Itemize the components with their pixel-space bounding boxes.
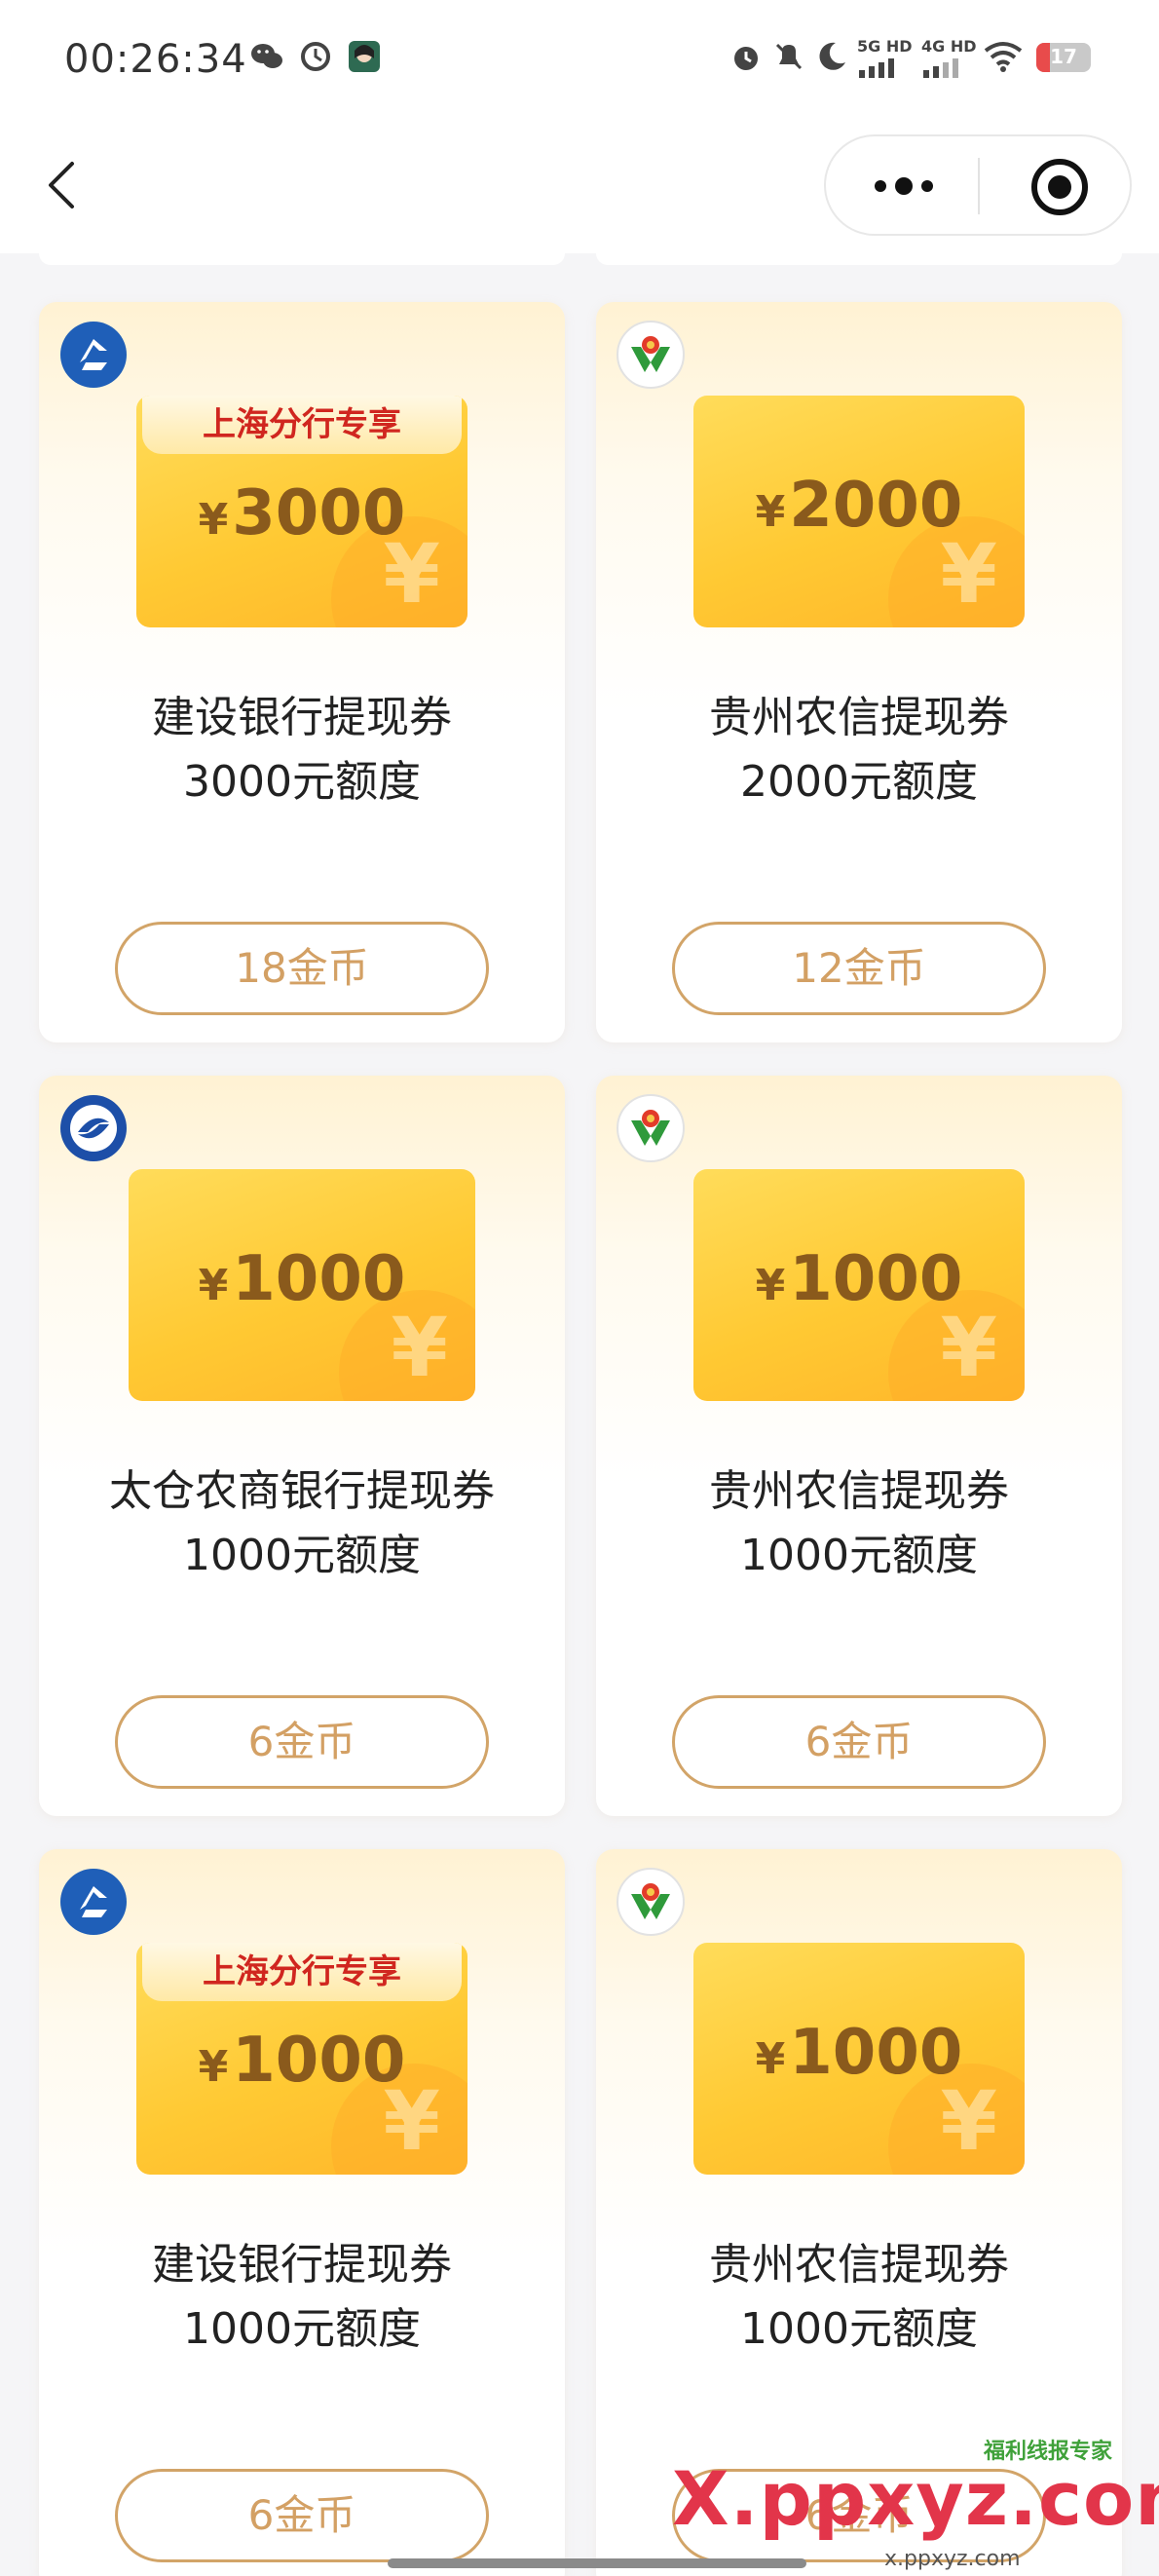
coupon-title: 贵州农信提现券 1000元额度 — [596, 1459, 1122, 1588]
coupon-name: 建设银行提现券 — [152, 693, 452, 742]
coupon-amount: ¥1000 — [129, 1243, 475, 1315]
amount-value: 3000 — [232, 477, 406, 549]
coupon-name: 太仓农商银行提现券 — [109, 1466, 495, 1516]
currency-symbol: ¥ — [755, 2034, 786, 2084]
currency-symbol: ¥ — [198, 1261, 229, 1310]
coupon-ticket: ¥ ¥2000 — [693, 396, 1025, 627]
coupon-card[interactable]: ¥ ¥2000 贵州农信提现券 2000元额度 12金币 — [596, 302, 1122, 1042]
coupon-limit: 1000元额度 — [183, 2304, 421, 2354]
redeem-price-button[interactable]: 6金币 — [672, 1695, 1046, 1789]
coupon-name: 建设银行提现券 — [152, 2240, 452, 2290]
coupon-ticket: ¥ 上海分行专享 ¥3000 — [136, 396, 467, 627]
capsule-divider — [978, 158, 980, 214]
ccb-logo-icon — [58, 320, 129, 390]
coupon-title: 建设银行提现券 3000元额度 — [39, 686, 565, 814]
currency-symbol: ¥ — [755, 1261, 786, 1310]
watermark-domain: x.ppxyz.com — [884, 2547, 1021, 2571]
coupon-name: 贵州农信提现券 — [709, 1466, 1009, 1516]
target-close-icon[interactable] — [1028, 156, 1091, 218]
coupon-ticket: ¥ 上海分行专享 ¥1000 — [136, 1943, 467, 2175]
amount-value: 1000 — [789, 1243, 963, 1315]
coupon-title: 贵州农信提现券 2000元额度 — [596, 686, 1122, 814]
coupon-card[interactable]: ¥ 上海分行专享 ¥1000 建设银行提现券 1000元额度 6金币 — [39, 1849, 565, 2576]
amount-value: 1000 — [232, 1243, 406, 1315]
coupon-amount: ¥1000 — [693, 2017, 1025, 2089]
network-4g-label: 4G HD — [921, 37, 977, 56]
coupon-grid: ¥ 上海分行专享 ¥3000 建设银行提现券 3000元额度 18金币 ¥ ¥2000 贵州农信… — [0, 253, 1159, 2576]
coupon-limit: 3000元额度 — [183, 757, 421, 807]
moon-icon — [819, 42, 845, 70]
more-dots-icon[interactable] — [865, 162, 943, 210]
coupon-ticket: ¥ ¥1000 — [693, 1943, 1025, 2175]
wechat-icon — [251, 44, 282, 68]
coupon-ticket: ¥ ¥1000 — [693, 1169, 1025, 1401]
app-avatar-icon — [349, 41, 380, 72]
signal-5g-icon — [859, 58, 894, 78]
guizhou-rcc-logo-icon — [616, 1093, 686, 1163]
card-stub-right — [596, 253, 1122, 265]
redeem-price-button[interactable]: 18金币 — [115, 922, 489, 1015]
currency-symbol: ¥ — [198, 495, 229, 545]
coupon-card[interactable]: ¥ ¥1000 贵州农信提现券 1000元额度 6金币 — [596, 1076, 1122, 1816]
alarm-icon — [734, 47, 758, 70]
amount-value: 1000 — [789, 2017, 963, 2089]
branch-exclusive-ribbon: 上海分行专享 — [142, 1943, 462, 2001]
coupon-amount: ¥1000 — [136, 2025, 467, 2097]
status-bar: 00:26:34 5G HD 4G HD 17 — [0, 0, 1159, 117]
coupon-title: 贵州农信提现券 1000元额度 — [596, 2233, 1122, 2362]
watermark-text: X.ppxyz.com — [672, 2455, 1159, 2542]
guizhou-rcc-logo-icon — [616, 320, 686, 390]
coupon-title: 建设银行提现券 1000元额度 — [39, 2233, 565, 2362]
coupon-limit: 2000元额度 — [740, 757, 978, 807]
amount-value: 1000 — [232, 2025, 406, 2097]
currency-symbol: ¥ — [755, 487, 786, 537]
coupon-name: 贵州农信提现券 — [709, 2240, 1009, 2290]
network-5g-label: 5G HD — [857, 37, 913, 56]
home-indicator — [388, 2558, 806, 2568]
coupon-limit: 1000元额度 — [740, 1531, 978, 1580]
coupon-title: 太仓农商银行提现券 1000元额度 — [39, 1459, 565, 1588]
coupon-card[interactable]: ¥ ¥1000 太仓农商银行提现券 1000元额度 6金币 — [39, 1076, 565, 1816]
coupon-amount: ¥3000 — [136, 477, 467, 549]
amount-value: 2000 — [789, 470, 963, 542]
redeem-price-button[interactable]: 6金币 — [115, 1695, 489, 1789]
guizhou-rcc-logo-icon — [616, 1867, 686, 1937]
redeem-price-button[interactable]: 12金币 — [672, 922, 1046, 1015]
nav-bar — [0, 117, 1159, 253]
coupon-limit: 1000元额度 — [183, 1531, 421, 1580]
coupon-name: 贵州农信提现券 — [709, 693, 1009, 742]
watermark: 福利线报专家 X.ppxyz.com x.ppxyz.com — [662, 2434, 1159, 2576]
sync-icon — [301, 42, 330, 71]
coupon-limit: 1000元额度 — [740, 2304, 978, 2354]
signal-4g-icon — [923, 58, 958, 78]
redeem-price-button[interactable]: 6金币 — [115, 2469, 489, 2562]
taicang-logo-icon — [58, 1093, 129, 1163]
wifi-icon — [984, 42, 1023, 72]
currency-symbol: ¥ — [198, 2042, 229, 2092]
battery-icon: 17 — [1036, 43, 1091, 72]
coupon-amount: ¥2000 — [693, 470, 1025, 542]
mini-program-capsule — [824, 134, 1132, 236]
battery-level: 17 — [1050, 45, 1077, 68]
card-stub-left — [39, 253, 565, 265]
chevron-left-icon[interactable] — [39, 156, 88, 214]
coupon-card[interactable]: ¥ 上海分行专享 ¥3000 建设银行提现券 3000元额度 18金币 — [39, 302, 565, 1042]
branch-exclusive-ribbon: 上海分行专享 — [142, 396, 462, 454]
ccb-logo-icon — [58, 1867, 129, 1937]
coupon-amount: ¥1000 — [693, 1243, 1025, 1315]
coupon-ticket: ¥ ¥1000 — [129, 1169, 475, 1401]
mute-bell-icon — [775, 43, 803, 70]
status-time: 00:26:34 — [64, 37, 247, 82]
